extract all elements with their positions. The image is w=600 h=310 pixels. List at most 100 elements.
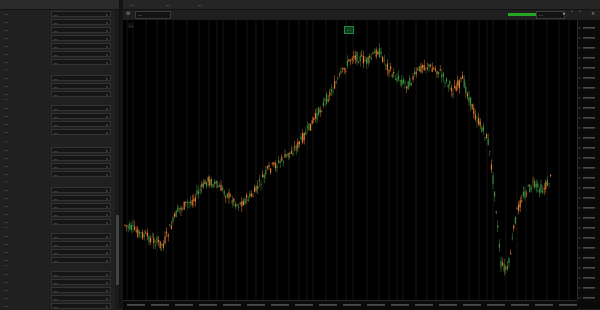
candle-body (342, 68, 344, 69)
stepper-icon[interactable]: ⇕ (105, 250, 108, 254)
setting-value-field[interactable]: ... ⇕ (51, 82, 111, 89)
stepper-icon[interactable]: ⇕ (105, 172, 108, 176)
stepper-icon[interactable]: ⇕ (105, 272, 108, 276)
play-icon[interactable]: ▸ (563, 11, 566, 17)
candle-body (303, 133, 305, 141)
stepper-icon[interactable]: ⇕ (105, 122, 108, 126)
stepper-icon[interactable]: ⇕ (105, 84, 108, 88)
tab-2[interactable]: ... (163, 1, 173, 8)
stepper-icon[interactable]: ⇕ (105, 130, 108, 134)
stepper-icon[interactable]: ⇕ (105, 36, 108, 40)
stepper-icon[interactable]: ⇕ (105, 114, 108, 118)
setting-value-field[interactable]: ... ⇕ (51, 154, 111, 161)
stepper-icon[interactable]: ⇕ (105, 242, 108, 246)
setting-value-field[interactable]: ... ⇕ (51, 194, 111, 201)
setting-value-field[interactable]: ... ⇕ (51, 202, 111, 209)
close-icon[interactable]: × (591, 11, 595, 17)
setting-value-field[interactable]: ... ⇕ (51, 186, 111, 193)
stepper-icon[interactable]: ⇕ (105, 204, 108, 208)
stepper-icon[interactable]: ⇕ (105, 76, 108, 80)
setting-value-field[interactable]: ... ⇕ (51, 240, 111, 247)
setting-value: ... (54, 11, 58, 17)
stepper-icon[interactable]: ⇕ (105, 220, 108, 224)
candle-body (450, 87, 452, 92)
settings-scrollbar-thumb[interactable] (115, 215, 119, 285)
setting-value-field[interactable]: ... ⇕ (51, 104, 111, 111)
settings-section-header[interactable]: ... (0, 66, 113, 72)
stepper-icon[interactable]: ⇕ (105, 12, 108, 16)
stepper-icon[interactable]: ⇕ (105, 148, 108, 152)
stepper-icon[interactable]: ⇕ (105, 28, 108, 32)
end-date-field[interactable]: ... (536, 11, 565, 19)
tab-3[interactable]: ... (195, 1, 205, 8)
setting-label: ... (4, 163, 8, 168)
stepper-icon[interactable]: ⇕ (105, 92, 108, 96)
stepper-icon[interactable]: ⇕ (105, 258, 108, 262)
candle-body (194, 197, 196, 202)
setting-value-field[interactable]: ... ⇕ (51, 146, 111, 153)
setting-value-field[interactable]: ... ⇕ (51, 286, 111, 293)
stepper-icon[interactable]: ⇕ (105, 20, 108, 24)
settings-section-header[interactable]: ... (0, 138, 113, 144)
setting-value-field[interactable]: ... ⇕ (51, 50, 111, 57)
stepper-icon[interactable]: ⇕ (105, 164, 108, 168)
setting-value-field[interactable]: ... ⇕ (51, 294, 111, 301)
stepper-icon[interactable]: ⇕ (105, 234, 108, 238)
setting-value-field[interactable]: ... ⇕ (51, 120, 111, 127)
stepper-icon[interactable]: ⇕ (105, 156, 108, 160)
setting-value-field[interactable]: ... ⇕ (51, 58, 111, 65)
settings-scrollbar[interactable] (115, 10, 119, 309)
price-chart-canvas[interactable] (123, 20, 577, 300)
candle-body (146, 232, 148, 237)
setting-value-field[interactable]: ... ⇕ (51, 232, 111, 239)
stepper-icon[interactable]: ⇕ (105, 188, 108, 192)
candle-body (162, 243, 164, 248)
setting-row: ...... ⇕ (0, 120, 113, 127)
setting-value-field[interactable]: ... ⇕ (51, 26, 111, 33)
setting-value-field[interactable]: ... ⇕ (51, 90, 111, 97)
stepper-icon[interactable]: ⇕ (105, 280, 108, 284)
setting-value-field[interactable]: ... ⇕ (51, 128, 111, 135)
setting-value-field[interactable]: ... ⇕ (51, 42, 111, 49)
setting-value-field[interactable]: ... ⇕ (51, 270, 111, 277)
stepper-icon[interactable]: ⇕ (105, 106, 108, 110)
setting-value-field[interactable]: ... ⇕ (51, 74, 111, 81)
setting-value-field[interactable]: ... ⇕ (51, 112, 111, 119)
time-axis-tick-text (247, 304, 265, 306)
setting-value-field[interactable]: ... ⇕ (51, 10, 111, 17)
setting-value-field[interactable]: ... ⇕ (51, 302, 111, 309)
chevron-up-icon[interactable]: ˄ (571, 11, 574, 17)
stepper-icon[interactable]: ⇕ (105, 196, 108, 200)
setting-value: ... (54, 91, 58, 97)
stepper-icon[interactable]: ⇕ (105, 212, 108, 216)
setting-value-field[interactable]: ... ⇕ (51, 210, 111, 217)
price-scale[interactable] (577, 20, 600, 300)
candle-body (495, 211, 497, 214)
stepper-icon[interactable]: ⇕ (105, 304, 108, 308)
setting-value-field[interactable]: ... ⇕ (51, 34, 111, 41)
setting-value-field[interactable]: ... ⇕ (51, 162, 111, 169)
start-date-field[interactable]: ... (135, 11, 171, 19)
setting-row: ...... ⇕ (0, 240, 113, 247)
setting-value-field[interactable]: ... ⇕ (51, 218, 111, 225)
settings-section-header[interactable]: ... (0, 178, 113, 184)
setting-value-field[interactable]: ... ⇕ (51, 248, 111, 255)
stepper-icon[interactable]: ⇕ (105, 60, 108, 64)
stepper-icon[interactable]: ⇕ (105, 44, 108, 48)
setting-row: ...... ⇕ (0, 154, 113, 161)
stepper-icon[interactable]: ⇕ (105, 288, 108, 292)
tab-1[interactable]: ... (127, 1, 137, 8)
setting-value-field[interactable]: ... ⇕ (51, 278, 111, 285)
candle-body (262, 174, 264, 178)
candle-body (522, 191, 524, 197)
price-chart[interactable]: ... ... (123, 20, 577, 300)
stepper-icon[interactable]: ⇕ (105, 52, 108, 56)
settings-gear-icon[interactable]: ⚙ (126, 11, 130, 17)
setting-value-field[interactable]: ... ⇕ (51, 18, 111, 25)
setting-value-field[interactable]: ... ⇕ (51, 170, 111, 177)
candle-body (318, 107, 320, 115)
chevron-down-icon[interactable]: ˅ (579, 11, 582, 17)
candle-body (150, 238, 152, 243)
stepper-icon[interactable]: ⇕ (105, 296, 108, 300)
setting-value-field[interactable]: ... ⇕ (51, 256, 111, 263)
